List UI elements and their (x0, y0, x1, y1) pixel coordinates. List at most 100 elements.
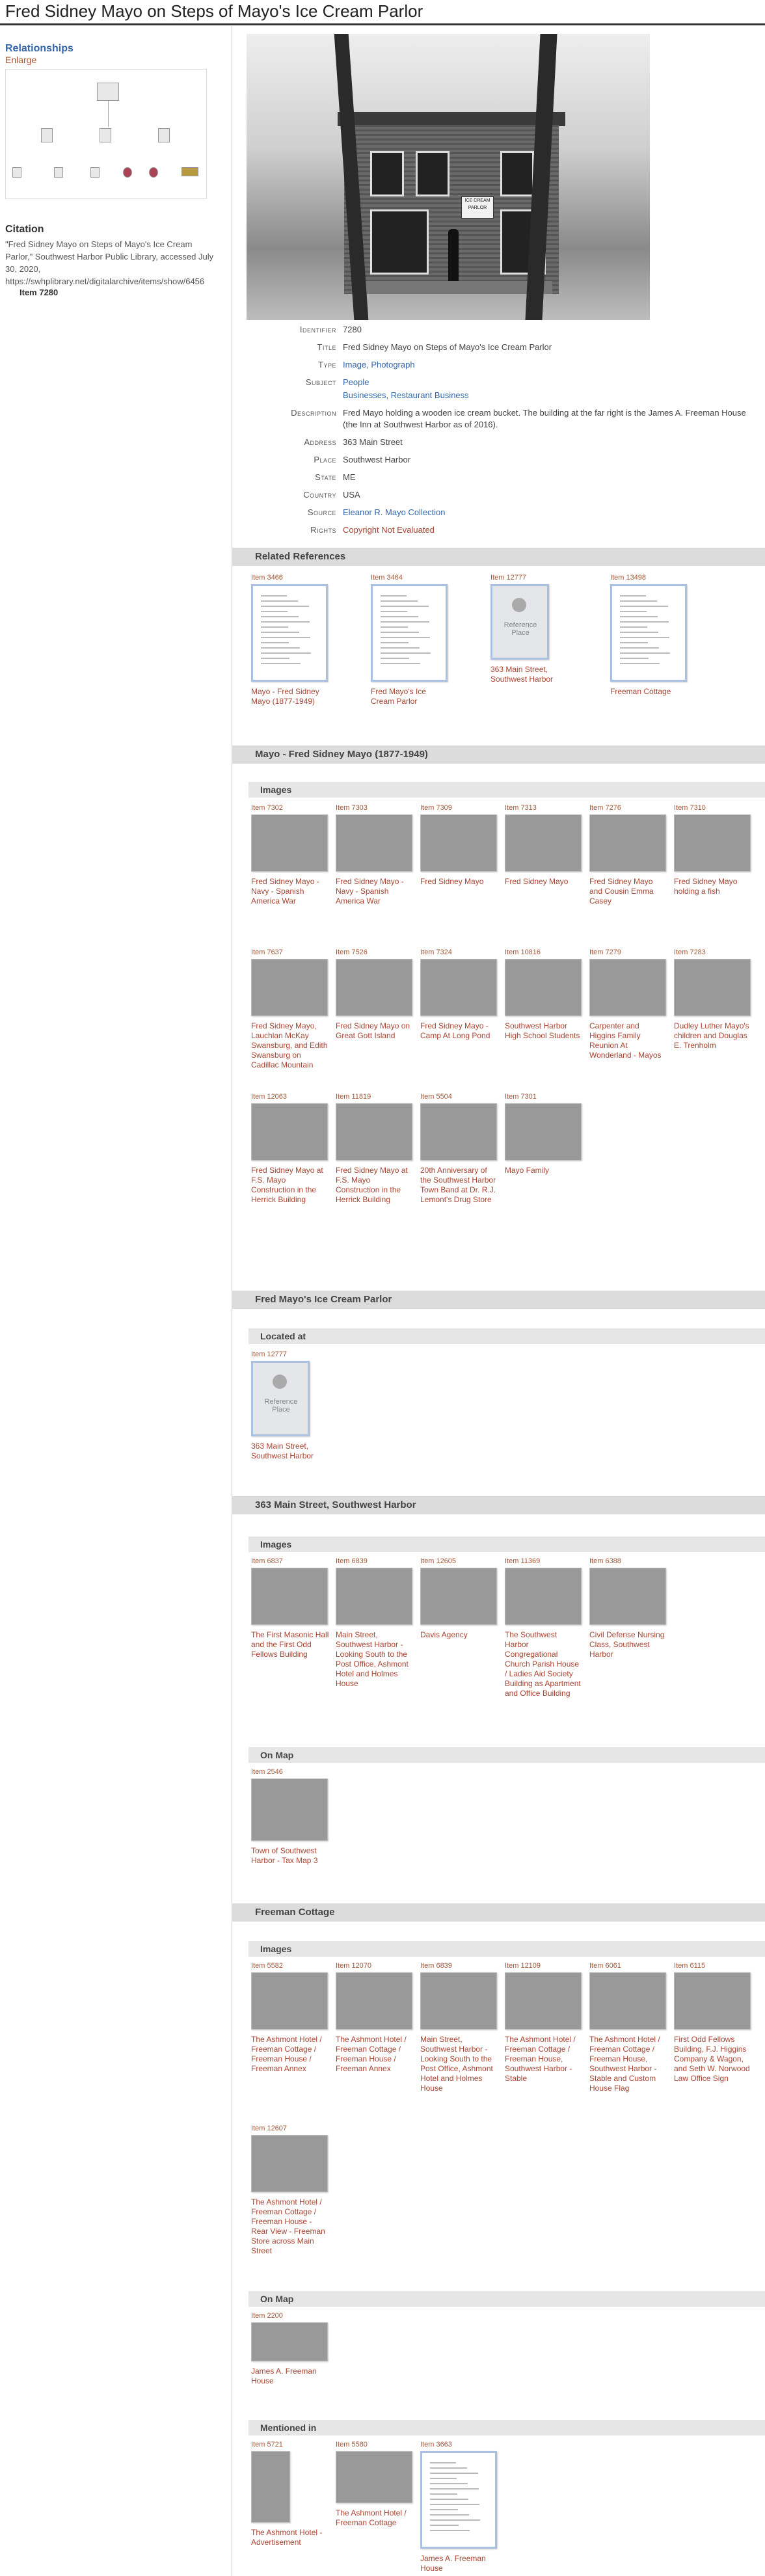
thumbnail-caption[interactable]: Fred Mayo's Ice Cream Parlor (371, 687, 449, 706)
thumbnail-caption[interactable]: Main Street, Southwest Harbor - Looking … (420, 2035, 498, 2093)
thumbnail-caption[interactable]: The Southwest Harbor Congregational Chur… (505, 1630, 583, 1698)
thumbnail-image[interactable] (505, 814, 582, 872)
thumbnail-image[interactable] (336, 814, 412, 872)
thumbnail-image[interactable] (420, 2451, 497, 2549)
thumbnail-caption[interactable]: Fred Sidney Mayo, Lauchlan McKay Swansbu… (251, 1021, 329, 1070)
thumbnail-caption[interactable]: Fred Sidney Mayo at F.S. Mayo Constructi… (336, 1166, 414, 1205)
thumbnail-tile[interactable]: Item 12109 The Ashmont Hotel / Freeman Co… (505, 1962, 586, 2084)
thumbnail-tile[interactable]: Item 7283 Dudley Luther Mayo's children a… (674, 948, 755, 1051)
thumbnail-tile[interactable]: Item 5580 The Ashmont Hotel / Freeman Cot… (336, 2441, 417, 2528)
thumbnail-image[interactable] (420, 1568, 497, 1625)
metadata-value[interactable]: People (343, 377, 759, 388)
thumbnail-caption[interactable]: First Odd Fellows Building, F.J. Higgins… (674, 2035, 752, 2084)
thumbnail-caption[interactable]: James A. Freeman House (420, 2554, 498, 2573)
thumbnail-image[interactable] (336, 1103, 412, 1161)
thumbnail-tile[interactable]: Item 5582 The Ashmont Hotel / Freeman Cot… (251, 1962, 332, 2074)
thumbnail-image[interactable] (505, 1103, 582, 1161)
thumbnail-image[interactable] (589, 959, 666, 1016)
thumbnail-tile[interactable]: Item 3663 James A. Freeman House (420, 2441, 502, 2573)
thumbnail-tile[interactable]: Item 3464 Fred Mayo's Ice Cream Parlor (371, 574, 452, 706)
thumbnail-tile[interactable]: Item 7310 Fred Sidney Mayo holding a fish (674, 804, 755, 896)
thumbnail-caption[interactable]: Civil Defense Nursing Class, Southwest H… (589, 1630, 667, 1659)
thumbnail-image[interactable] (674, 814, 751, 872)
main-photograph[interactable]: ICE CREAM PARLOR (247, 34, 650, 320)
thumbnail-tile[interactable]: Item 6837 The First Masonic Hall and the … (251, 1557, 332, 1659)
thumbnail-image[interactable] (251, 1103, 328, 1161)
metadata-value[interactable]: Eleanor R. Mayo Collection (343, 507, 759, 518)
thumbnail-tile[interactable]: Item 5721 The Ashmont Hotel - Advertiseme… (251, 2441, 332, 2547)
thumbnail-image[interactable] (505, 1972, 582, 2030)
thumbnail-caption[interactable]: 363 Main Street, Southwest Harbor (490, 665, 569, 684)
thumbnail-tile[interactable]: Item 7526 Fred Sidney Mayo on Great Gott … (336, 948, 417, 1041)
thumbnail-tile[interactable]: Item 7303 Fred Sidney Mayo - Navy - Spani… (336, 804, 417, 906)
thumbnail-image[interactable] (505, 1568, 582, 1625)
thumbnail-tile[interactable]: Item 12605 Davis Agency (420, 1557, 502, 1640)
thumbnail-image[interactable] (674, 959, 751, 1016)
thumbnail-image[interactable] (251, 814, 328, 872)
thumbnail-tile[interactable]: Item 3466 Mayo - Fred Sidney Mayo (1877-1… (251, 574, 332, 706)
thumbnail-tile[interactable]: Item 12777 Reference Place 363 Main Street… (490, 574, 572, 684)
thumbnail-caption[interactable]: Mayo Family (505, 1166, 583, 1175)
metadata-value[interactable]: Businesses, Restaurant Business (343, 390, 759, 401)
metadata-value[interactable]: Copyright Not Evaluated (343, 524, 759, 536)
thumbnail-caption[interactable]: Davis Agency (420, 1630, 498, 1640)
thumbnail-tile[interactable]: Item 13498 Freeman Cottage (610, 574, 691, 697)
thumbnail-caption[interactable]: Fred Sidney Mayo - Navy - Spanish Americ… (336, 877, 414, 906)
thumbnail-caption[interactable]: Fred Sidney Mayo - Navy - Spanish Americ… (251, 877, 329, 906)
thumbnail-tile[interactable]: Item 6839 Main Street, Southwest Harbor -… (336, 1557, 417, 1689)
thumbnail-image[interactable] (674, 1972, 751, 2030)
thumbnail-tile[interactable]: Item 6115 First Odd Fellows Building, F.J… (674, 1962, 755, 2084)
thumbnail-caption[interactable]: Dudley Luther Mayo's children and Dougla… (674, 1021, 752, 1051)
thumbnail-caption[interactable]: The Ashmont Hotel / Freeman Cottage / Fr… (251, 2035, 329, 2074)
thumbnail-image[interactable] (251, 584, 328, 682)
thumbnail-tile[interactable]: Item 7276 Fred Sidney Mayo and Cousin Emm… (589, 804, 671, 906)
thumbnail-caption[interactable]: The Ashmont Hotel / Freeman Cottage / Fr… (336, 2035, 414, 2074)
thumbnail-image[interactable]: Reference Place (251, 1361, 310, 1436)
thumbnail-caption[interactable]: Main Street, Southwest Harbor - Looking … (336, 1630, 414, 1689)
thumbnail-image[interactable] (251, 2322, 328, 2361)
thumbnail-caption[interactable]: James A. Freeman House (251, 2367, 329, 2386)
thumbnail-image[interactable] (420, 959, 497, 1016)
thumbnail-tile[interactable]: Item 2200 James A. Freeman House (251, 2312, 332, 2386)
thumbnail-image[interactable] (251, 2135, 328, 2192)
thumbnail-tile[interactable]: Item 12607 The Ashmont Hotel / Freeman Co… (251, 2125, 332, 2256)
thumbnail-tile[interactable]: Item 7302 Fred Sidney Mayo - Navy - Spani… (251, 804, 332, 906)
relationships-graph-thumbnail[interactable] (5, 69, 207, 199)
thumbnail-image[interactable] (420, 1972, 497, 2030)
thumbnail-caption[interactable]: The Ashmont Hotel / Freeman Cottage / Fr… (589, 2035, 667, 2093)
thumbnail-tile[interactable]: Item 11819 Fred Sidney Mayo at F.S. Mayo … (336, 1093, 417, 1205)
thumbnail-image[interactable] (251, 959, 328, 1016)
thumbnail-caption[interactable]: The Ashmont Hotel - Advertisement (251, 2528, 329, 2547)
thumbnail-tile[interactable]: Item 2546 Town of Southwest Harbor - Tax … (251, 1768, 332, 1866)
thumbnail-tile[interactable]: Item 7301 Mayo Family (505, 1093, 586, 1175)
thumbnail-image[interactable] (251, 1972, 328, 2030)
thumbnail-caption[interactable]: Fred Sidney Mayo on Great Gott Island (336, 1021, 414, 1041)
thumbnail-tile[interactable]: Item 7313 Fred Sidney Mayo (505, 804, 586, 887)
thumbnail-caption[interactable]: Town of Southwest Harbor - Tax Map 3 (251, 1846, 329, 1866)
thumbnail-caption[interactable]: The Ashmont Hotel / Freeman Cottage / Fr… (251, 2197, 329, 2256)
thumbnail-image[interactable] (251, 2451, 290, 2523)
thumbnail-tile[interactable]: Item 5504 20th Anniversary of the Southwe… (420, 1093, 502, 1205)
thumbnail-image[interactable] (336, 1568, 412, 1625)
thumbnail-tile[interactable]: Item 12777 Reference Place 363 Main Street… (251, 1350, 332, 1461)
thumbnail-caption[interactable]: Fred Sidney Mayo at F.S. Mayo Constructi… (251, 1166, 329, 1205)
thumbnail-image[interactable] (251, 1778, 328, 1841)
thumbnail-image[interactable] (336, 2451, 412, 2503)
thumbnail-tile[interactable]: Item 7279 Carpenter and Higgins Family Re… (589, 948, 671, 1060)
thumbnail-image[interactable] (505, 959, 582, 1016)
thumbnail-image[interactable] (420, 814, 497, 872)
thumbnail-image[interactable] (336, 959, 412, 1016)
thumbnail-image[interactable] (336, 1972, 412, 2030)
thumbnail-tile[interactable]: Item 6388 Civil Defense Nursing Class, So… (589, 1557, 671, 1659)
thumbnail-caption[interactable]: Freeman Cottage (610, 687, 688, 697)
thumbnail-image[interactable] (371, 584, 448, 682)
thumbnail-tile[interactable]: Item 6839 Main Street, Southwest Harbor -… (420, 1962, 502, 2093)
thumbnail-tile[interactable]: Item 12063 Fred Sidney Mayo at F.S. Mayo … (251, 1093, 332, 1205)
thumbnail-image[interactable] (251, 1568, 328, 1625)
thumbnail-caption[interactable]: 20th Anniversary of the Southwest Harbor… (420, 1166, 498, 1205)
metadata-value[interactable]: Image, Photograph (343, 359, 759, 371)
thumbnail-tile[interactable]: Item 6061 The Ashmont Hotel / Freeman Cot… (589, 1962, 671, 2093)
thumbnail-caption[interactable]: Fred Sidney Mayo and Cousin Emma Casey (589, 877, 667, 906)
thumbnail-tile[interactable]: Item 11369 The Southwest Harbor Congregat… (505, 1557, 586, 1698)
thumbnail-caption[interactable]: The First Masonic Hall and the First Odd… (251, 1630, 329, 1659)
